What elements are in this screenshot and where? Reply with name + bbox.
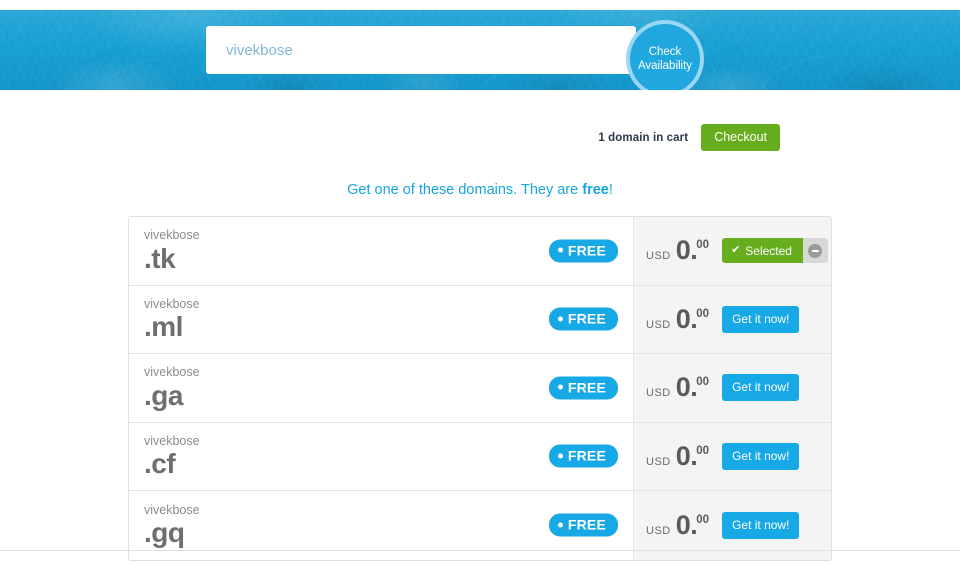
cart-bar: 1 domain in cart Checkout [0, 90, 960, 151]
check-availability-label: Check Availability [638, 45, 692, 73]
status-badge: FREE [548, 444, 618, 468]
price-decimals: 00 [696, 444, 710, 457]
get-it-now-button[interactable]: Get it now! [722, 442, 800, 470]
badge-dot-icon [557, 247, 563, 253]
top-white-strip [0, 0, 960, 10]
price-amount: 0. [675, 440, 698, 471]
price-decimals: 00 [696, 239, 710, 252]
remove-from-cart-button[interactable] [802, 238, 828, 264]
price-amount: 0. [675, 509, 698, 540]
badge-dot-icon [557, 522, 563, 528]
domain-sld: vivekbose [144, 228, 200, 242]
minus-circle-icon [808, 243, 823, 258]
page-headline: Get one of these domains. They are free! [0, 182, 960, 198]
badge-label: FREE [567, 447, 606, 464]
get-it-now-button[interactable]: Get it now! [722, 374, 800, 402]
domain-sld: vivekbose [144, 433, 200, 448]
domain-name-cell: vivekbose .ga FREE [129, 354, 634, 422]
price-action-cell: USD 0. 00 Get it now! [634, 354, 831, 422]
domain-name-block: vivekbose .ml [144, 296, 200, 342]
check-icon: ✔ [731, 244, 741, 257]
status-badge: FREE [548, 376, 618, 400]
price-currency: USD [646, 250, 671, 263]
domain-tld: .gq [144, 517, 185, 548]
hero-banner: Check Availability [0, 10, 960, 90]
price-action-cell: USD 0. 00 Get it now! [634, 422, 831, 490]
domain-sld: vivekbose [144, 296, 200, 311]
domain-name-cell: vivekbose .tk FREE [129, 217, 634, 285]
price-display: USD 0. 00 [646, 510, 710, 541]
footer-divider [0, 550, 960, 551]
domain-tld: .ml [144, 311, 183, 342]
price-decimals: 00 [696, 307, 710, 320]
price-amount: 0. [675, 372, 698, 403]
table-row: vivekbose .tk FREE USD 0. 00 ✔ Selected [129, 217, 831, 286]
price-amount: 0. [675, 303, 698, 334]
selected-label: Selected [745, 243, 792, 258]
table-row: vivekbose .cf FREE USD 0. 00 Get it now! [129, 422, 831, 491]
domain-name-cell: vivekbose .cf FREE [129, 422, 634, 490]
price-display: USD 0. 00 [646, 304, 710, 335]
selected-button-group: ✔ Selected [722, 238, 828, 264]
search-input[interactable] [206, 26, 636, 74]
price-action-cell: USD 0. 00 Get it now! [634, 285, 831, 353]
badge-dot-icon [557, 384, 563, 390]
domain-tld: .cf [144, 448, 176, 479]
check-availability-line1: Check [648, 46, 682, 58]
status-badge: FREE [548, 307, 618, 331]
table-row: vivekbose .ml FREE USD 0. 00 Get it now! [129, 285, 831, 354]
status-badge: FREE [548, 239, 618, 263]
checkout-button[interactable]: Checkout [701, 124, 780, 151]
badge-label: FREE [567, 310, 606, 327]
check-availability-button[interactable]: Check Availability [626, 20, 704, 90]
domain-tld: .tk [144, 242, 176, 274]
price-decimals: 00 [696, 513, 710, 526]
price-currency: USD [646, 455, 671, 468]
price-action-cell: USD 0. 00 ✔ Selected [634, 217, 831, 285]
headline-emphasis: free [582, 182, 609, 198]
price-currency: USD [646, 524, 671, 537]
domain-name-block: vivekbose .cf [144, 433, 200, 479]
get-it-now-button[interactable]: Get it now! [722, 511, 800, 539]
search-field-wrapper [206, 26, 636, 74]
check-availability-line2: Availability [637, 60, 693, 72]
badge-label: FREE [567, 516, 606, 533]
price-display: USD 0. 00 [646, 441, 710, 472]
badge-dot-icon [557, 316, 563, 322]
status-badge: FREE [548, 513, 618, 537]
domain-name-cell: vivekbose .ml FREE [129, 285, 634, 353]
headline-suffix: ! [608, 182, 613, 198]
price-display: USD 0. 00 [646, 235, 710, 266]
domain-name-block: vivekbose .gq [144, 502, 200, 548]
badge-label: FREE [567, 379, 606, 396]
minus-bar [811, 249, 819, 252]
domain-name-block: vivekbose .tk [144, 229, 200, 273]
get-it-now-button[interactable]: Get it now! [722, 305, 800, 333]
price-amount: 0. [675, 235, 698, 266]
domain-sld: vivekbose [144, 365, 200, 379]
price-display: USD 0. 00 [646, 372, 710, 403]
selected-button[interactable]: ✔ Selected [722, 238, 803, 264]
domain-tld: .ga [144, 379, 183, 411]
price-currency: USD [646, 387, 671, 400]
badge-label: FREE [567, 242, 606, 259]
badge-dot-icon [557, 453, 563, 459]
domain-sld: vivekbose [144, 502, 200, 517]
domain-name-block: vivekbose .ga [144, 366, 200, 410]
price-decimals: 00 [696, 376, 710, 389]
cart-count-label: 1 domain in cart [598, 131, 689, 144]
headline-prefix: Get one of these domains. They are [347, 182, 583, 198]
table-row: vivekbose .ga FREE USD 0. 00 Get it now! [129, 354, 831, 423]
domain-results-table: vivekbose .tk FREE USD 0. 00 ✔ Selected vivekbos… [128, 216, 832, 561]
price-currency: USD [646, 318, 671, 331]
